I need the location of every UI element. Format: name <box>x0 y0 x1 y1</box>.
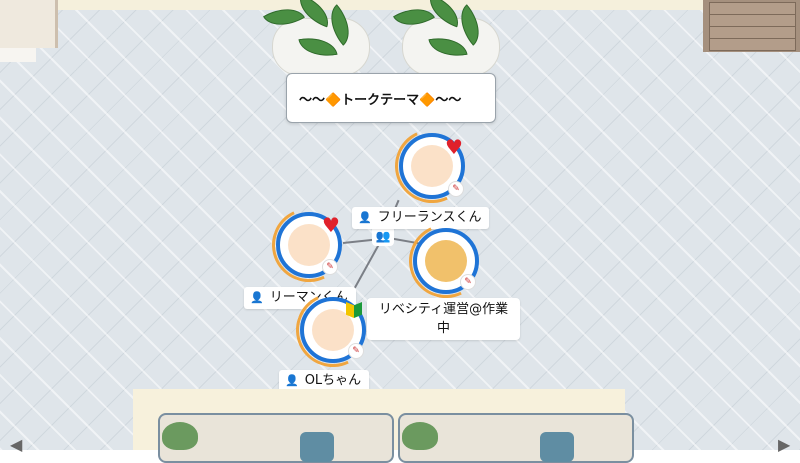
right-arrow-icon[interactable]: ▶ <box>778 435 790 454</box>
plant-icon <box>162 422 198 450</box>
settings-icon: ✎ <box>348 343 364 359</box>
heart-icon: ♥ <box>322 213 340 237</box>
beginner-mark-icon <box>346 302 362 320</box>
settings-icon: ✎ <box>322 259 338 275</box>
name-tag-freelance[interactable]: 👤 フリーランスくん <box>352 207 490 229</box>
person-icon: 👤 <box>285 374 299 387</box>
topic-card[interactable]: 〜〜🔶トークテーマ🔶〜〜 <box>286 73 496 123</box>
settings-icon: ✎ <box>460 274 476 290</box>
chair <box>300 432 334 462</box>
plant-icon <box>402 422 438 450</box>
person-icon: 👤 <box>358 211 372 224</box>
topic-text: 〜〜🔶トークテーマ🔶〜〜 <box>299 92 462 108</box>
left-arrow-icon[interactable]: ◀ <box>10 435 22 454</box>
face <box>425 240 467 282</box>
chair <box>540 432 574 462</box>
bookshelf <box>0 0 58 62</box>
group-icon[interactable]: 👥 <box>372 226 394 246</box>
cabinet <box>703 0 800 52</box>
settings-icon: ✎ <box>448 181 464 197</box>
top-wall <box>0 0 800 10</box>
heart-icon: ♥ <box>445 135 463 159</box>
person-icon: 👤 <box>250 291 264 304</box>
name-tag-lion[interactable]: リベシティ運営@作業 中 <box>367 298 520 340</box>
